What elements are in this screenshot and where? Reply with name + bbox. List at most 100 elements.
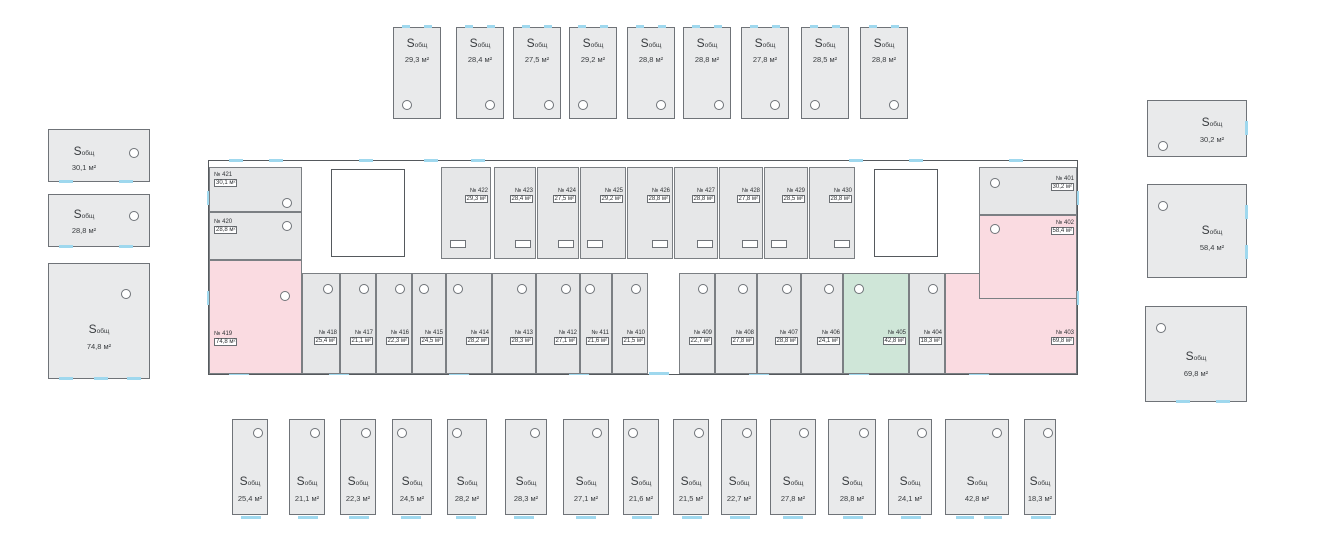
apartment-404[interactable]: № 404 18,3 м² bbox=[909, 273, 945, 374]
area-label: Sобщ bbox=[966, 474, 988, 488]
area-value: 22,7 м² bbox=[726, 494, 752, 503]
toilet-icon bbox=[485, 100, 495, 110]
unit-card-bottom-7[interactable]: Sобщ 27,1 м² bbox=[563, 419, 609, 519]
apartment-426[interactable]: № 426 28,8 м² bbox=[627, 167, 673, 259]
unit-card-bottom-2[interactable]: Sобщ 21,1 м² bbox=[289, 419, 325, 519]
area-value: 27,1 м² bbox=[573, 494, 599, 503]
bathtub-icon bbox=[450, 240, 466, 248]
unit-card-bottom-13[interactable]: Sобщ 24,1 м² bbox=[888, 419, 932, 519]
toilet-icon bbox=[1158, 201, 1168, 211]
unit-card-bottom-15[interactable]: Sобщ 18,3 м² bbox=[1024, 419, 1056, 519]
apartment-424[interactable]: № 424 27,5 м² bbox=[537, 167, 579, 259]
bathtub-icon bbox=[587, 240, 603, 248]
area-value: 21,6 м² bbox=[628, 494, 654, 503]
apartment-401[interactable]: № 401 30,2 м² bbox=[979, 167, 1077, 215]
apartment-405[interactable]: № 405 42,8 м² bbox=[843, 273, 909, 374]
area-value: 58,4 м² bbox=[1199, 243, 1225, 252]
area-value: 30,1 м² bbox=[71, 163, 97, 172]
apartment-430[interactable]: № 430 28,8 м² bbox=[809, 167, 855, 259]
area-label: Sобщ bbox=[73, 207, 95, 221]
unit-card-bottom-3[interactable]: Sобщ 22,3 м² bbox=[340, 419, 376, 519]
unit-card-bottom-11[interactable]: Sобщ 27,8 м² bbox=[770, 419, 816, 519]
apartment-410[interactable]: № 410 21,5 м² bbox=[612, 273, 648, 374]
apartment-413[interactable]: № 413 28,3 м² bbox=[492, 273, 536, 374]
unit-card-top-3[interactable]: Sобщ 27,5 м² bbox=[513, 25, 561, 119]
unit-card-bottom-14[interactable]: Sобщ 42,8 м² bbox=[945, 419, 1009, 519]
area-label: Sобщ bbox=[401, 474, 423, 488]
apartment-419[interactable]: № 419 74,8 м² bbox=[209, 260, 302, 374]
toilet-icon bbox=[121, 289, 131, 299]
apartment-421[interactable]: № 421 30,1 м² bbox=[209, 167, 302, 212]
apartment-415[interactable]: № 415 24,5 м² bbox=[412, 273, 446, 374]
apartment-425[interactable]: № 425 29,2 м² bbox=[580, 167, 626, 259]
area-value: 28,8 м² bbox=[71, 226, 97, 235]
toilet-icon bbox=[419, 284, 429, 294]
apartment-406[interactable]: № 406 24,1 м² bbox=[801, 273, 843, 374]
area-label: Sобщ bbox=[696, 36, 718, 50]
apartment-416[interactable]: № 416 22,3 м² bbox=[376, 273, 412, 374]
unit-card-top-6[interactable]: Sобщ 28,8 м² bbox=[683, 25, 731, 119]
toilet-icon bbox=[992, 428, 1002, 438]
apartment-417[interactable]: № 417 21,1 м² bbox=[340, 273, 376, 374]
unit-card-bottom-1[interactable]: Sобщ 25,4 м² bbox=[232, 419, 268, 519]
toilet-icon bbox=[585, 284, 595, 294]
unit-card-right-1[interactable]: Sобщ 30,2 м² bbox=[1147, 100, 1248, 157]
unit-card-top-4[interactable]: Sобщ 29,2 м² bbox=[569, 25, 617, 119]
apartment-418[interactable]: № 418 25,4 м² bbox=[302, 273, 340, 374]
unit-card-left-1[interactable]: Sобщ 30,1 м² bbox=[48, 129, 150, 183]
bathtub-icon bbox=[652, 240, 668, 248]
toilet-icon bbox=[395, 284, 405, 294]
unit-card-right-2[interactable]: Sобщ 58,4 м² bbox=[1147, 184, 1248, 278]
toilet-icon bbox=[517, 284, 527, 294]
unit-card-top-9[interactable]: Sобщ 28,8 м² bbox=[860, 25, 908, 119]
toilet-icon bbox=[1043, 428, 1053, 438]
toilet-icon bbox=[361, 428, 371, 438]
apartment-427[interactable]: № 427 28,8 м² bbox=[674, 167, 718, 259]
unit-card-top-7[interactable]: Sобщ 27,8 м² bbox=[741, 25, 789, 119]
unit-card-bottom-8[interactable]: Sобщ 21,6 м² bbox=[623, 419, 659, 519]
toilet-icon bbox=[453, 284, 463, 294]
apartment-407[interactable]: № 407 28,8 м² bbox=[757, 273, 801, 374]
unit-card-bottom-6[interactable]: Sобщ 28,3 м² bbox=[505, 419, 547, 519]
area-value: 74,8 м² bbox=[86, 342, 112, 351]
area-label: Sобщ bbox=[73, 144, 95, 158]
unit-card-bottom-5[interactable]: Sобщ 28,2 м² bbox=[447, 419, 487, 519]
area-label: Sобщ bbox=[728, 474, 750, 488]
toilet-icon bbox=[738, 284, 748, 294]
unit-card-bottom-10[interactable]: Sобщ 22,7 м² bbox=[721, 419, 757, 519]
area-value: 30,2 м² bbox=[1199, 135, 1225, 144]
apartment-422[interactable]: № 422 29,3 м² bbox=[441, 167, 491, 259]
apartment-428[interactable]: № 428 27,8 м² bbox=[719, 167, 763, 259]
toilet-icon bbox=[782, 284, 792, 294]
area-value: 69,8 м² bbox=[1183, 369, 1209, 378]
apartment-402[interactable]: № 402 58,4 м² bbox=[979, 215, 1077, 299]
apartment-409[interactable]: № 409 22,7 м² bbox=[679, 273, 715, 374]
unit-card-bottom-9[interactable]: Sобщ 21,5 м² bbox=[673, 419, 709, 519]
unit-card-top-1[interactable]: Sобщ 29,3 м² bbox=[393, 25, 441, 119]
toilet-icon bbox=[990, 178, 1000, 188]
apartment-420[interactable]: № 420 28,8 м² bbox=[209, 212, 302, 260]
apartment-423[interactable]: № 423 28,4 м² bbox=[494, 167, 536, 259]
area-value: 27,8 м² bbox=[752, 55, 778, 64]
unit-card-left-3[interactable]: Sобщ 74,8 м² bbox=[48, 263, 150, 380]
area-value: 28,8 м² bbox=[871, 55, 897, 64]
unit-card-top-2[interactable]: Sобщ 28,4 м² bbox=[456, 25, 504, 119]
area-label: Sобщ bbox=[406, 36, 428, 50]
unit-card-left-2[interactable]: Sобщ 28,8 м² bbox=[48, 194, 150, 248]
unit-card-right-3[interactable]: Sобщ 69,8 м² bbox=[1145, 306, 1247, 403]
unit-card-top-5[interactable]: Sобщ 28,8 м² bbox=[627, 25, 675, 119]
apartment-414[interactable]: № 414 28,2 м² bbox=[446, 273, 492, 374]
unit-card-top-8[interactable]: Sобщ 28,5 м² bbox=[801, 25, 849, 119]
unit-card-bottom-4[interactable]: Sобщ 24,5 м² bbox=[392, 419, 432, 519]
unit-card-bottom-12[interactable]: Sобщ 28,8 м² bbox=[828, 419, 876, 519]
apartment-411[interactable]: № 411 21,6 м² bbox=[580, 273, 612, 374]
area-value: 28,8 м² bbox=[694, 55, 720, 64]
area-label: Sобщ bbox=[515, 474, 537, 488]
toilet-icon bbox=[889, 100, 899, 110]
area-label: Sобщ bbox=[526, 36, 548, 50]
toilet-icon bbox=[280, 291, 290, 301]
apartment-412[interactable]: № 412 27,1 м² bbox=[536, 273, 580, 374]
apartment-429[interactable]: № 429 28,5 м² bbox=[764, 167, 808, 259]
area-label: Sобщ bbox=[296, 474, 318, 488]
apartment-408[interactable]: № 408 27,8 м² bbox=[715, 273, 757, 374]
